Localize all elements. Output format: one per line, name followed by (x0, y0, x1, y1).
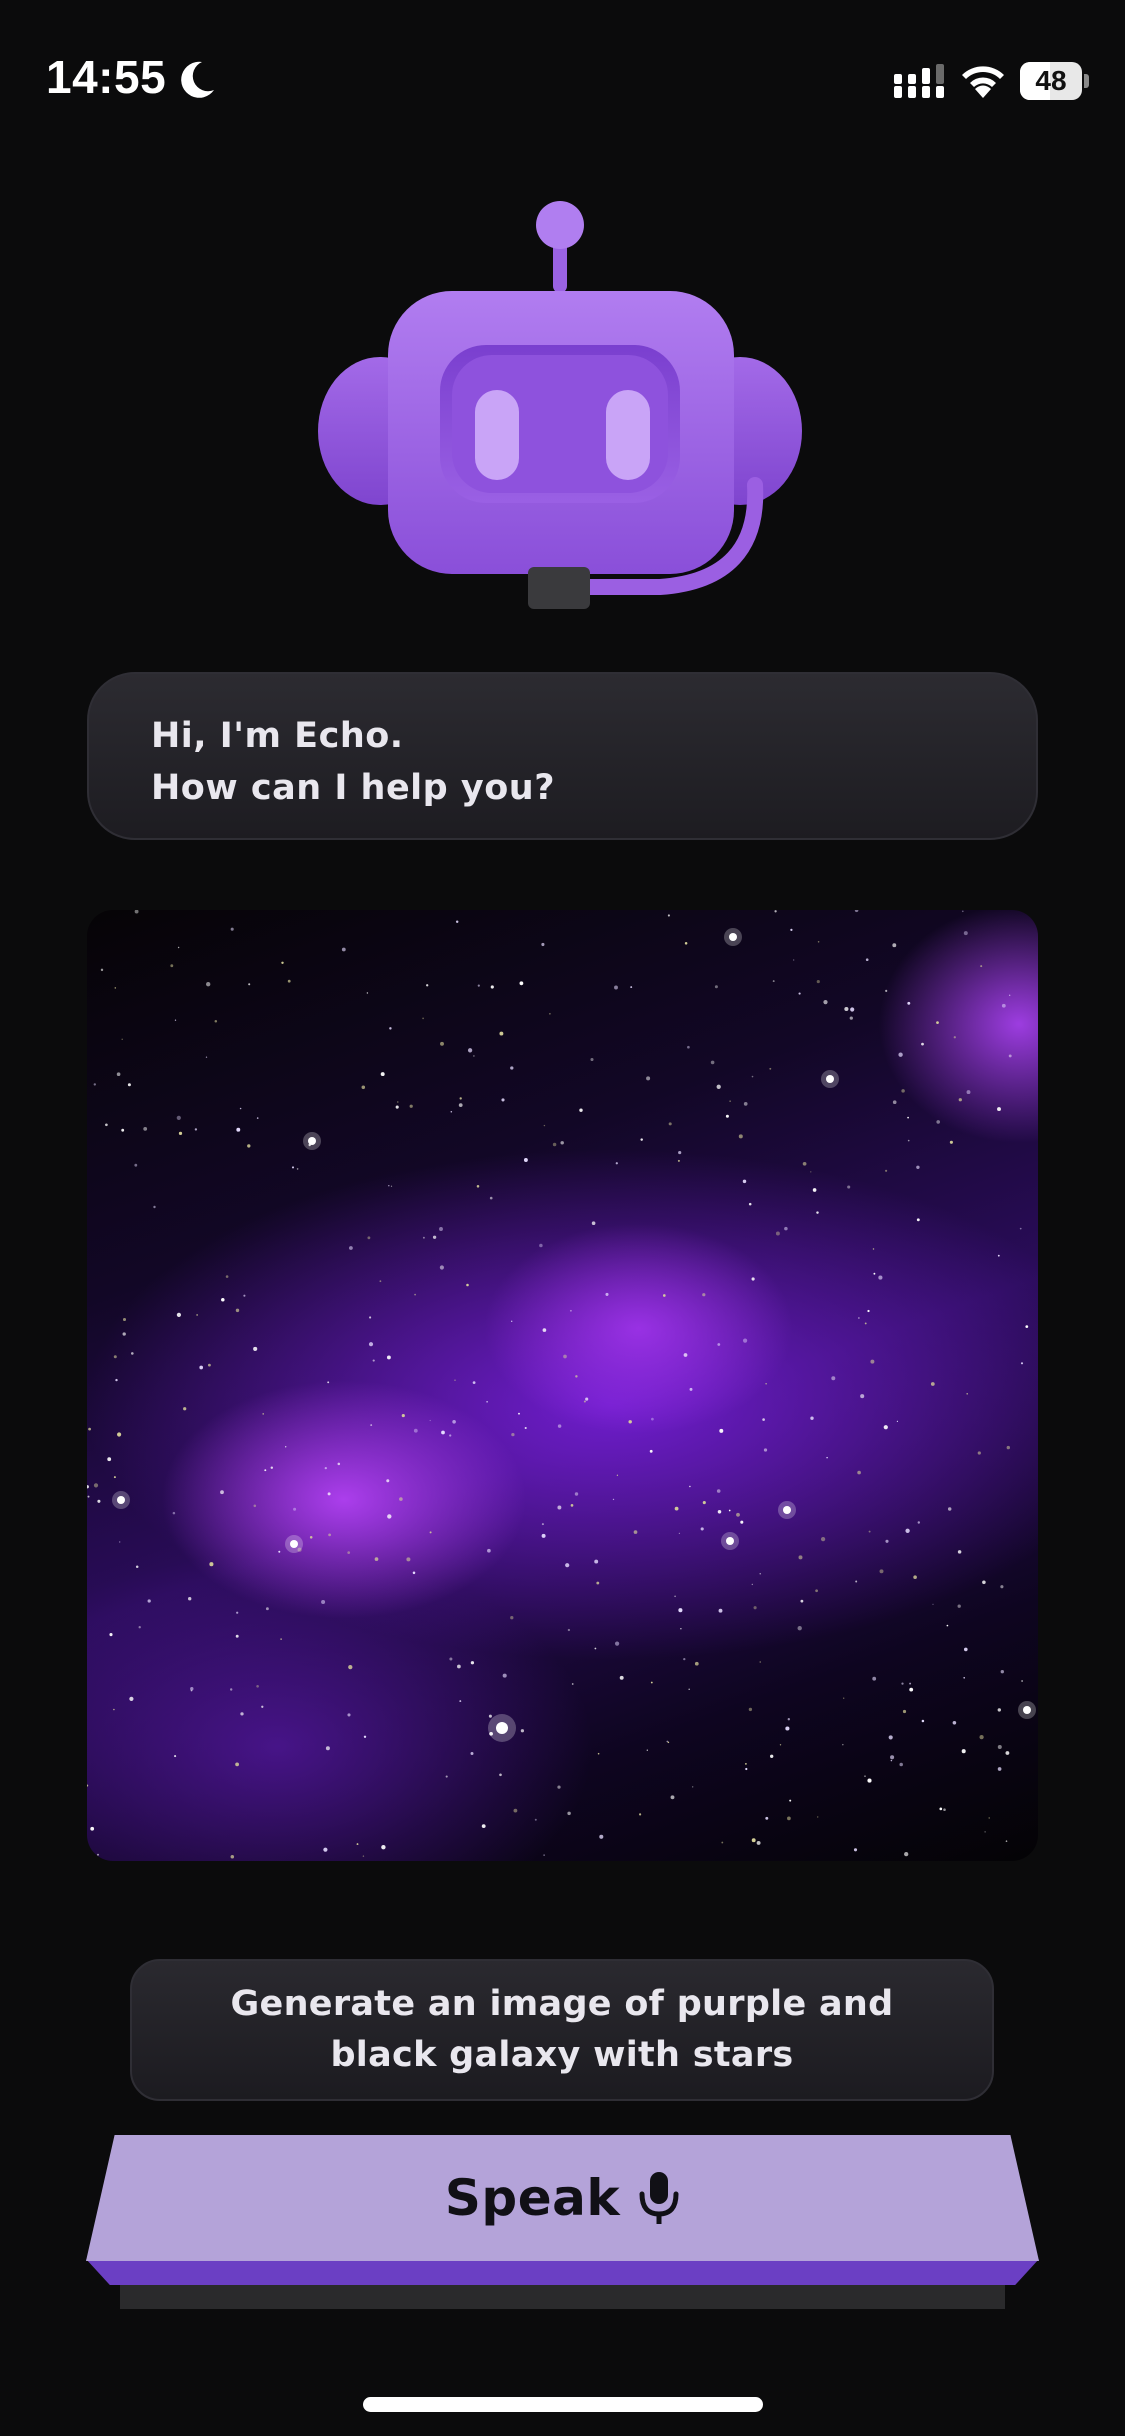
echo-assistant-screen: 14:55 48 Hi, I'm Echo. How can I help yo… (0, 0, 1125, 2436)
speak-button-container: Speak (86, 2135, 1039, 2310)
greeting-line-1: Hi, I'm Echo. (151, 716, 404, 756)
speak-button-shadow (120, 2285, 1005, 2309)
microphone-icon (639, 2172, 679, 2224)
speak-button-edge (86, 2259, 1039, 2285)
user-prompt-bubble: Generate an image of purple and black ga… (130, 1959, 994, 2101)
greeting-line-2: How can I help you? (151, 768, 556, 808)
starfield (87, 910, 1038, 1859)
speak-button-label: Speak (444, 2169, 621, 2227)
user-prompt-text: Generate an image of purple and black ga… (230, 1984, 894, 2075)
generated-galaxy-image[interactable] (87, 910, 1038, 1861)
moon-icon (181, 61, 214, 98)
status-time: 14:55 (46, 51, 167, 103)
home-indicator[interactable] (363, 2397, 763, 2412)
cellular-signal-icon (894, 64, 944, 98)
robot-mascot-icon (318, 201, 802, 609)
assistant-greeting-bubble: Hi, I'm Echo. How can I help you? (87, 672, 1038, 840)
battery-percentage: 48 (1035, 65, 1067, 96)
status-bar: 14:55 48 (0, 0, 1125, 150)
speak-button[interactable]: Speak (86, 2135, 1039, 2261)
battery-icon: 48 (1020, 62, 1089, 100)
wifi-icon (962, 66, 1004, 98)
